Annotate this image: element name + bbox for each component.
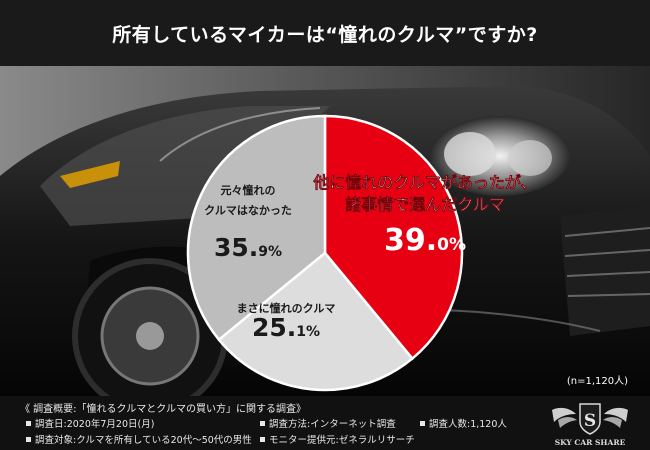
title-bar: 所有しているマイカーは“憧れのクルマ”ですか? — [0, 0, 650, 66]
bullet-square-icon — [260, 421, 265, 426]
survey-target: 調査対象:クルマを所有している20代〜50代の男性 — [35, 435, 252, 446]
slice-label-3-line-2: クルマはなかった — [204, 204, 292, 217]
survey-provider-item: モニター提供元:ゼネラルリサーチ — [260, 432, 415, 446]
pie-chart: 他に憧れのクルマがあったが、諸事情で選んだクルマ39.0%まさに憧れのクルマ25… — [186, 114, 628, 392]
survey-method-item: 調査方法:インターネット調査 — [260, 416, 396, 430]
survey-target-item: 調査対象:クルマを所有している20代〜50代の男性 — [26, 432, 252, 446]
survey-method: 調査方法:インターネット調査 — [269, 419, 396, 430]
slice-label-3-line-1: 元々憧れの — [221, 183, 276, 197]
survey-count: 調査人数:1,120人 — [429, 419, 507, 430]
survey-heading: 《 調査概要:「憧れるクルマとクルマの買い方」に関する調査》 — [20, 404, 306, 415]
slice-label-1-line-2: 諸事情で選んだクルマ — [345, 195, 505, 214]
survey-count-item: 調査人数:1,120人 — [420, 416, 507, 430]
bullet-square-icon — [260, 437, 265, 442]
logo-letter: S — [584, 411, 596, 431]
sample-size-note: (n=1,120人) — [567, 375, 628, 387]
bullet-square-icon — [420, 421, 425, 426]
survey-date: 調査日:2020年7月20日(月) — [35, 419, 155, 430]
brand-logo: S SKY CAR SHARE — [552, 403, 628, 447]
chart-title: 所有しているマイカーは“憧れのクルマ”ですか? — [112, 23, 538, 46]
survey-provider: モニター提供元:ゼネラルリサーチ — [269, 435, 415, 446]
bullet-square-icon — [26, 421, 31, 426]
infographic: 所有しているマイカーは“憧れのクルマ”ですか? 他に憧れのクルマがあったが、 諸… — [0, 0, 650, 450]
survey-date-item: 調査日:2020年7月20日(月) — [26, 416, 154, 430]
slice-label-1-line-1: 他に憧れのクルマがあったが、 — [312, 173, 536, 192]
bullet-square-icon — [26, 437, 31, 442]
logo-text: SKY CAR SHARE — [555, 438, 626, 447]
